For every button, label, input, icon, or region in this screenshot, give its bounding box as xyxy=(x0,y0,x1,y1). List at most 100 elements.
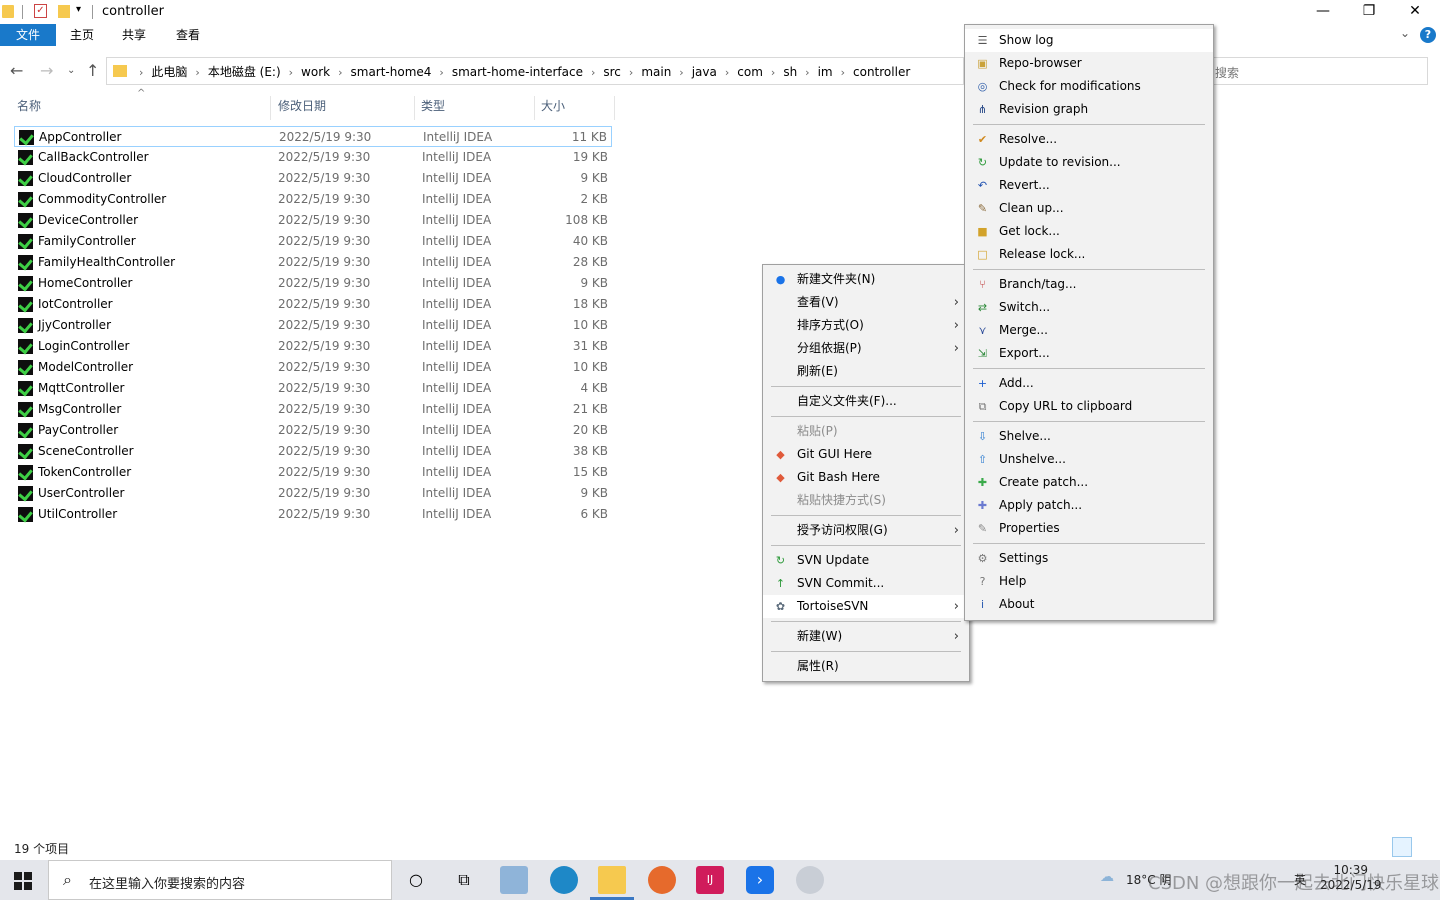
file-row[interactable]: PayController 2022/5/19 9:30 IntelliJ IDEA… xyxy=(14,420,612,441)
breadcrumb-item[interactable]: smart-home-interface xyxy=(452,65,583,79)
menu-item[interactable]: ◆ Git Bash Here xyxy=(763,466,969,489)
file-row[interactable]: FamilyController 2022/5/19 9:30 IntelliJ I… xyxy=(14,231,612,252)
breadcrumb-item[interactable]: com xyxy=(737,65,763,79)
breadcrumb-separator-icon[interactable]: › xyxy=(289,66,293,79)
close-button[interactable]: ✕ xyxy=(1392,0,1438,24)
breadcrumb-item[interactable]: 本地磁盘 (E:) xyxy=(208,65,281,79)
breadcrumb-item[interactable]: main xyxy=(641,65,671,79)
menu-item[interactable]: ⋎ Merge... xyxy=(965,319,1213,342)
feishu-icon[interactable]: › xyxy=(746,866,774,894)
file-row[interactable]: AppController 2022/5/19 9:30 IntelliJ IDEA… xyxy=(14,126,612,147)
menu-item[interactable]: ⑂ Branch/tag... xyxy=(965,273,1213,296)
menu-item[interactable]: ↻ SVN Update xyxy=(763,549,969,572)
menu-item[interactable]: ✎ Properties xyxy=(965,517,1213,540)
menu-item[interactable]: ↑ SVN Commit... xyxy=(763,572,969,595)
menu-item[interactable]: ⧉ Copy URL to clipboard xyxy=(965,395,1213,418)
menu-item[interactable]: ? Help xyxy=(965,570,1213,593)
menu-item[interactable]: 查看(V) › xyxy=(763,291,969,314)
tab-share[interactable]: 共享 xyxy=(110,24,158,46)
intellij-idea-icon[interactable]: IJ xyxy=(696,866,724,894)
search-input[interactable]: 搜索 xyxy=(1212,57,1428,85)
menu-item[interactable]: ☰ Show log xyxy=(965,29,1213,52)
menu-item[interactable]: 新建(W) › xyxy=(763,625,969,648)
menu-item[interactable]: ⇧ Unshelve... xyxy=(965,448,1213,471)
file-row[interactable]: CommodityController 2022/5/19 9:30 Intelli… xyxy=(14,189,612,210)
properties-quick-icon[interactable]: ✓ xyxy=(34,4,47,18)
menu-item[interactable]: 刷新(E) xyxy=(763,360,969,383)
breadcrumb-item[interactable]: java xyxy=(692,65,717,79)
file-row[interactable]: JjyController 2022/5/19 9:30 IntelliJ IDEA… xyxy=(14,315,612,336)
menu-item[interactable]: ⚙ Settings xyxy=(965,547,1213,570)
weather-icon[interactable]: ☁ xyxy=(1100,869,1114,885)
breadcrumb-separator-icon[interactable]: › xyxy=(591,66,595,79)
breadcrumb-separator-icon[interactable]: › xyxy=(338,66,342,79)
file-row[interactable]: ModelController 2022/5/19 9:30 IntelliJ ID… xyxy=(14,357,612,378)
file-row[interactable]: HomeController 2022/5/19 9:30 IntelliJ IDE… xyxy=(14,273,612,294)
back-arrow-icon[interactable]: ← xyxy=(10,61,23,80)
file-row[interactable]: CloudController 2022/5/19 9:30 IntelliJ ID… xyxy=(14,168,612,189)
breadcrumb-separator-icon[interactable]: › xyxy=(771,66,775,79)
start-button[interactable] xyxy=(14,872,32,890)
menu-item[interactable]: ↻ Update to revision... xyxy=(965,151,1213,174)
menu-item[interactable]: + Add... xyxy=(965,372,1213,395)
column-divider[interactable] xyxy=(270,96,271,120)
breadcrumb-separator-icon[interactable]: › xyxy=(195,66,199,79)
large-icons-view-icon[interactable] xyxy=(1416,837,1436,857)
taskbar-search[interactable]: ⌕ 在这里输入你要搜索的内容 xyxy=(48,860,392,900)
file-row[interactable]: DeviceController 2022/5/19 9:30 IntelliJ I… xyxy=(14,210,612,231)
menu-item[interactable]: 分组依据(P) › xyxy=(763,337,969,360)
file-row[interactable]: IotController 2022/5/19 9:30 IntelliJ IDEA… xyxy=(14,294,612,315)
tab-file[interactable]: 文件 xyxy=(0,24,56,46)
notepad-icon[interactable] xyxy=(500,866,528,894)
breadcrumb-separator-icon[interactable]: › xyxy=(805,66,809,79)
menu-item[interactable]: ✿ TortoiseSVN › xyxy=(763,595,969,618)
menu-item[interactable]: ✎ Clean up... xyxy=(965,197,1213,220)
menu-item[interactable]: 排序方式(O) › xyxy=(763,314,969,337)
breadcrumb-separator-icon[interactable]: › xyxy=(629,66,633,79)
breadcrumb-separator-icon[interactable]: › xyxy=(725,66,729,79)
firefox-icon[interactable] xyxy=(648,866,676,894)
file-row[interactable]: SceneController 2022/5/19 9:30 IntelliJ ID… xyxy=(14,441,612,462)
column-header-size[interactable]: 大小 xyxy=(541,96,565,118)
menu-item[interactable]: ⇄ Switch... xyxy=(965,296,1213,319)
column-divider[interactable] xyxy=(414,96,415,120)
menu-item[interactable]: ▣ Repo-browser xyxy=(965,52,1213,75)
menu-item[interactable]: ⇲ Export... xyxy=(965,342,1213,365)
menu-item[interactable]: ✔ Resolve... xyxy=(965,128,1213,151)
column-header-name[interactable]: 名称 xyxy=(17,96,41,118)
tab-view[interactable]: 查看 xyxy=(164,24,212,46)
column-divider[interactable] xyxy=(534,96,535,120)
file-row[interactable]: MqttController 2022/5/19 9:30 IntelliJ IDE… xyxy=(14,378,612,399)
up-arrow-icon[interactable]: ↑ xyxy=(86,61,99,80)
breadcrumb-separator-icon[interactable]: › xyxy=(439,66,443,79)
breadcrumb-item[interactable]: controller xyxy=(853,65,910,79)
menu-item[interactable]: ✚ Apply patch... xyxy=(965,494,1213,517)
column-header-type[interactable]: 类型 xyxy=(421,96,445,118)
file-row[interactable]: LoginController 2022/5/19 9:30 IntelliJ ID… xyxy=(14,336,612,357)
file-row[interactable]: TokenController 2022/5/19 9:30 IntelliJ ID… xyxy=(14,462,612,483)
column-divider[interactable] xyxy=(614,96,615,120)
menu-item[interactable]: □ Release lock... xyxy=(965,243,1213,266)
breadcrumb-item[interactable]: src xyxy=(603,65,621,79)
chevron-down-icon[interactable]: ▾ xyxy=(76,4,81,15)
recent-locations-icon[interactable]: ⌄ xyxy=(67,65,75,76)
breadcrumb-separator-icon[interactable]: › xyxy=(841,66,845,79)
menu-item[interactable]: ◎ Check for modifications xyxy=(965,75,1213,98)
menu-item[interactable]: ◆ Git GUI Here xyxy=(763,443,969,466)
menu-item[interactable]: 属性(R) xyxy=(763,655,969,678)
breadcrumb-item[interactable]: work xyxy=(301,65,330,79)
breadcrumb-separator-icon[interactable]: › xyxy=(679,66,683,79)
menu-item[interactable]: ■ Get lock... xyxy=(965,220,1213,243)
menu-item[interactable]: ● 新建文件夹(N) xyxy=(763,268,969,291)
file-row[interactable]: FamilyHealthController 2022/5/19 9:30 Inte… xyxy=(14,252,612,273)
column-header-date[interactable]: 修改日期 xyxy=(278,96,326,118)
tab-home[interactable]: 主页 xyxy=(58,24,106,46)
menu-item[interactable]: ⇩ Shelve... xyxy=(965,425,1213,448)
menu-item[interactable]: i About xyxy=(965,593,1213,616)
address-bar[interactable]: › 此电脑 › 本地磁盘 (E:) › work › smart-home4 › smart-ho… xyxy=(106,57,964,85)
details-view-icon[interactable] xyxy=(1392,837,1412,857)
breadcrumb-item[interactable]: sh xyxy=(783,65,797,79)
edge-icon[interactable] xyxy=(550,866,578,894)
menu-item[interactable]: ✚ Create patch... xyxy=(965,471,1213,494)
tortoisesvn-icon[interactable] xyxy=(796,866,824,894)
